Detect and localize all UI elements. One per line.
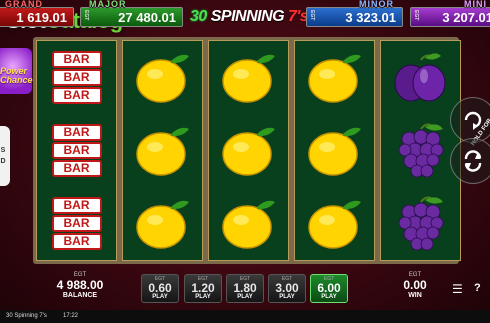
jackpot-mini-label: MINI bbox=[464, 0, 487, 9]
symbol-bar: BAR BAR BAR bbox=[37, 114, 116, 187]
jackpot-minor-egt: EGT bbox=[309, 10, 315, 21]
jackpot-mini: MINI EGT 3 207.01 bbox=[410, 0, 490, 27]
symbol-lemon bbox=[123, 41, 202, 114]
symbol-lemon bbox=[295, 114, 374, 187]
bet-button-6-00[interactable]: EGT 6.00 PLAY bbox=[310, 274, 348, 303]
jackpot-major-value: 27 480.01 bbox=[118, 9, 176, 25]
spin-button[interactable] bbox=[450, 138, 490, 184]
footer-bar: 30 Spinning 7's 17:22 bbox=[0, 310, 490, 323]
symbol-lemon bbox=[209, 114, 288, 187]
reel-2 bbox=[122, 40, 203, 261]
win-display: EGT 0.00 WIN bbox=[375, 272, 455, 299]
bet-button-1-80[interactable]: EGT 1.80 PLAY bbox=[226, 274, 264, 303]
win-value: 0.00 bbox=[403, 278, 427, 292]
symbol-grapes bbox=[381, 187, 460, 260]
jackpot-major: MAJOR EGT 27 480.01 bbox=[80, 0, 183, 27]
footer-game-name: 30 Spinning 7's bbox=[6, 313, 47, 319]
bet-button-1-20[interactable]: EGT 1.20 PLAY bbox=[184, 274, 222, 303]
reel-5 bbox=[380, 40, 461, 261]
symbol-lemon bbox=[209, 41, 288, 114]
symbol-lemon bbox=[123, 187, 202, 260]
jackpot-minor-label: MINOR bbox=[359, 0, 394, 9]
reel-4 bbox=[294, 40, 375, 261]
help-icon[interactable]: ? bbox=[474, 282, 481, 294]
footer-clock: 17:22 bbox=[63, 313, 79, 319]
jackpot-grand: GRAND 1 619.01 bbox=[0, 0, 74, 27]
autoplay-button[interactable] bbox=[450, 97, 490, 143]
balance-label: BALANCE bbox=[62, 292, 98, 299]
symbol-lemon bbox=[123, 114, 202, 187]
jackpot-minor-value: 3 323.01 bbox=[345, 9, 396, 25]
jackpot-mini-egt: EGT bbox=[413, 10, 419, 21]
bet-button-0-60[interactable]: EGT 0.60 PLAY bbox=[141, 274, 179, 303]
win-label: WIN bbox=[408, 292, 422, 299]
balance-display: EGT 4 988.00 BALANCE bbox=[40, 272, 120, 299]
symbol-bar: BAR BAR BAR bbox=[37, 187, 116, 260]
symbol-grapes bbox=[381, 114, 460, 187]
side-tab[interactable]: S D bbox=[0, 126, 10, 186]
symbol-lemon bbox=[295, 187, 374, 260]
symbol-lemon bbox=[295, 41, 374, 114]
jackpot-grand-label: GRAND bbox=[5, 0, 43, 9]
bet-button-3-00[interactable]: EGT 3.00 PLAY bbox=[268, 274, 306, 303]
symbol-plum bbox=[381, 41, 460, 114]
power-chance-text: Power Chance bbox=[0, 66, 33, 85]
game-logo: 30 SPINNING 7's bbox=[190, 8, 309, 25]
balance-value: 4 988.00 bbox=[56, 278, 104, 292]
menu-icon[interactable]: ☰ bbox=[452, 282, 463, 296]
side-tab-s: S bbox=[0, 147, 6, 154]
side-tab-d: D bbox=[0, 158, 6, 165]
symbol-lemon bbox=[209, 187, 288, 260]
reels-frame: BAR BAR BAR BAR BAR BAR BAR BAR BAR bbox=[33, 37, 461, 264]
reel-1: BAR BAR BAR BAR BAR BAR BAR BAR BAR bbox=[36, 40, 117, 261]
jackpot-major-label: MAJOR bbox=[89, 0, 127, 9]
jackpot-minor: MINOR EGT 3 323.01 bbox=[306, 0, 403, 27]
symbol-bar: BAR BAR BAR bbox=[37, 41, 116, 114]
spin-icon bbox=[464, 150, 482, 172]
jackpot-mini-value: 3 207.01 bbox=[442, 9, 490, 25]
jackpot-major-egt: EGT bbox=[83, 10, 89, 21]
reel-3 bbox=[208, 40, 289, 261]
jackpot-grand-value: 1 619.01 bbox=[16, 9, 67, 25]
